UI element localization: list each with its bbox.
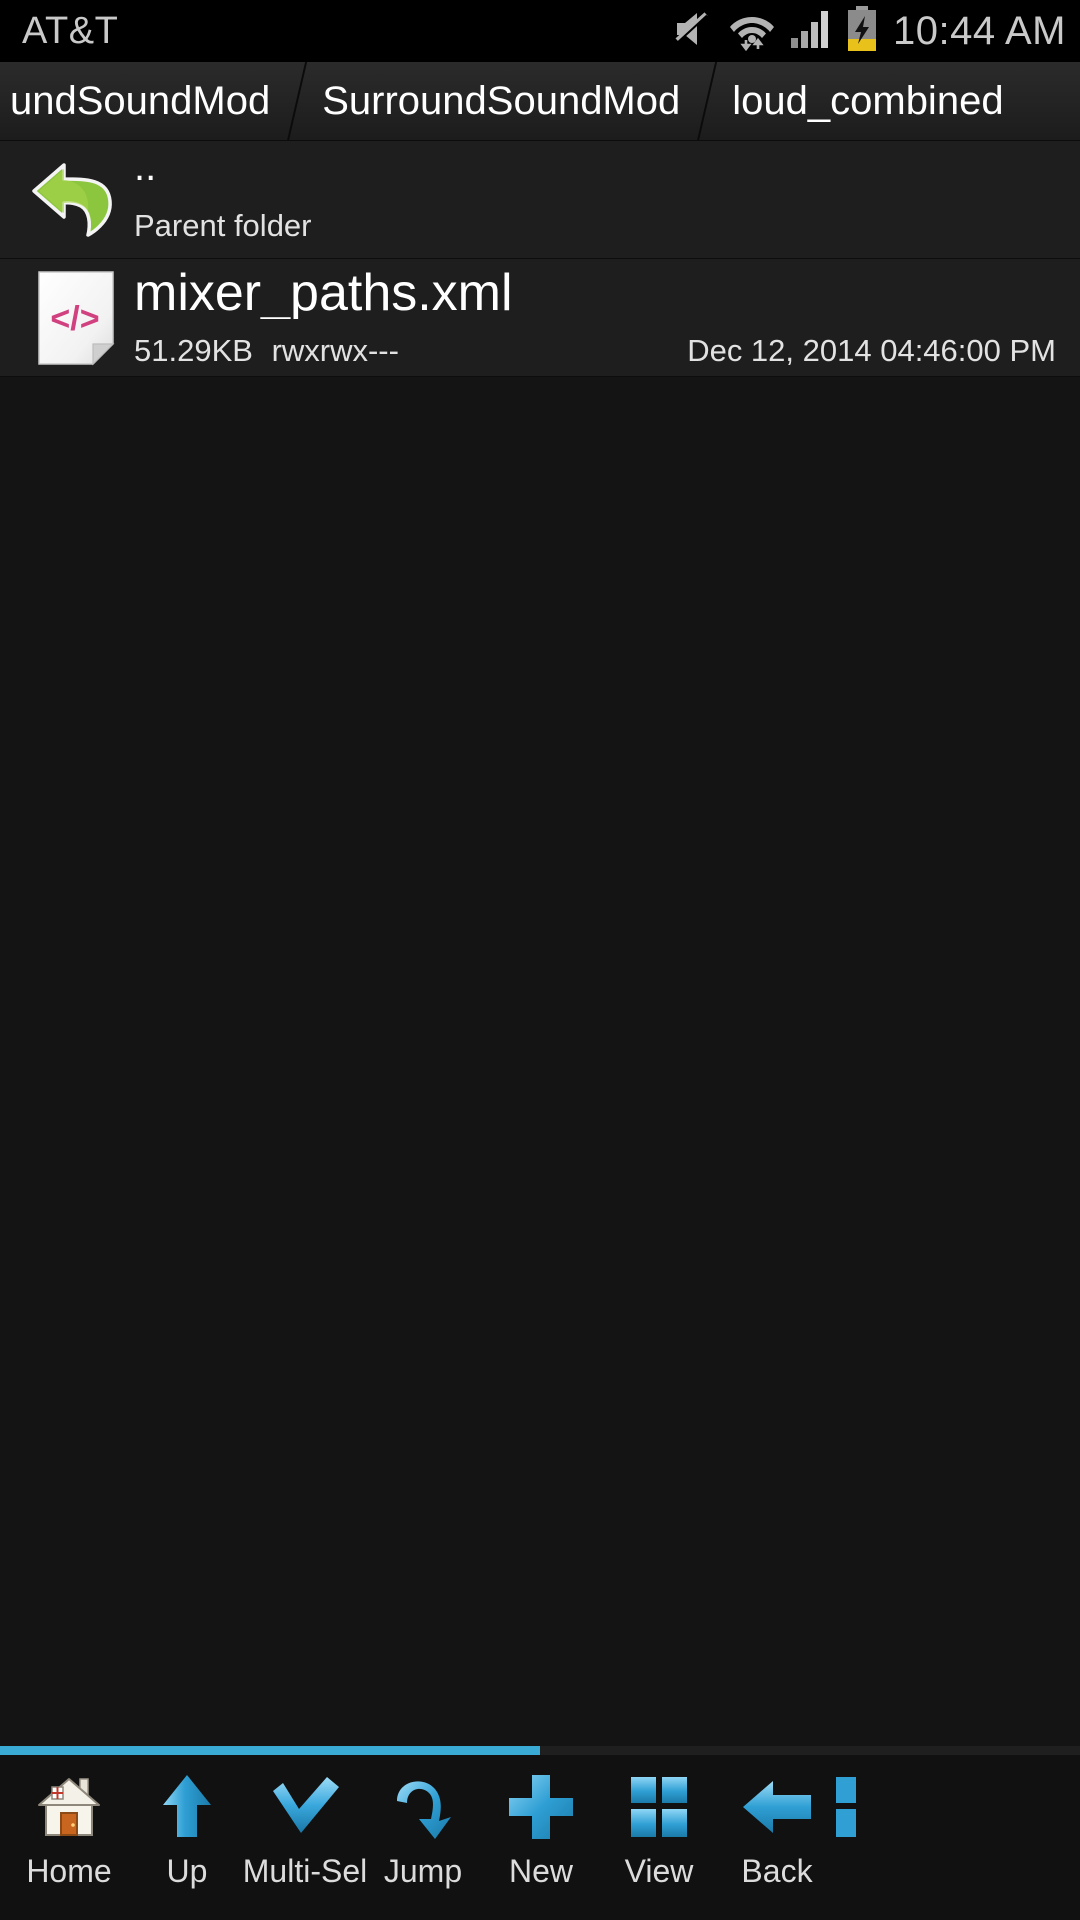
clock-label: 10:44 AM <box>892 8 1066 53</box>
file-size: 51.29KB <box>134 332 253 368</box>
toolbar-scrollbar-thumb[interactable] <box>0 1746 540 1755</box>
grid-view-icon <box>621 1769 697 1845</box>
toolbar-label-home: Home <box>26 1853 112 1889</box>
arrow-up-icon <box>149 1769 225 1845</box>
toolbar-button-up[interactable]: Up <box>128 1755 246 1920</box>
checkmark-icon <box>267 1769 343 1845</box>
toolbar-label-jump: Jump <box>383 1853 463 1889</box>
app-screen: AT&T 10:44 AM undSoundMod SurroundSoundM… <box>0 0 1080 1920</box>
toolbar-scrollbar-track[interactable] <box>0 1746 1080 1755</box>
parent-folder-sub: Parent folder <box>134 208 1058 244</box>
toolbar-label-view: View <box>624 1853 694 1889</box>
toolbar-label-new: New <box>508 1853 573 1889</box>
file-meta-row: 51.29KB rwxrwx--- Dec 12, 2014 04:46:00 … <box>134 333 1058 369</box>
battery-charging-icon <box>845 5 879 57</box>
home-house-icon <box>31 1769 107 1845</box>
file-text: mixer_paths.xml 51.29KB rwxrwx--- Dec 12… <box>130 267 1058 369</box>
status-bar: AT&T 10:44 AM <box>0 0 1080 62</box>
status-icons-group: 10:44 AM <box>673 5 1066 57</box>
toolbar-button-overflow-partial[interactable] <box>836 1755 866 1920</box>
toolbar-items: Home Up Multi-Sel Jump New View Back <box>0 1755 1080 1920</box>
arrow-left-icon <box>739 1769 815 1845</box>
list-item-file[interactable]: </> mixer_paths.xml 51.29KB rwxrwx--- De… <box>0 259 1080 377</box>
curved-arrow-jump-icon <box>385 1769 461 1845</box>
toolbar-button-home[interactable]: Home <box>10 1755 128 1920</box>
cellular-signal-icon <box>789 8 831 55</box>
parent-folder-text: .. Parent folder <box>130 147 1058 244</box>
grid-partial-icon <box>836 1769 864 1845</box>
xml-code-file-icon: </> <box>22 270 130 366</box>
empty-list-area <box>0 377 1080 1746</box>
carrier-label: AT&T <box>22 9 119 52</box>
wifi-icon <box>729 7 775 56</box>
file-permissions: rwxrwx--- <box>271 332 399 368</box>
toolbar-button-view[interactable]: View <box>600 1755 718 1920</box>
svg-text:</>: </> <box>50 300 99 338</box>
toolbar-button-multi-select[interactable]: Multi-Sel <box>242 1755 368 1920</box>
file-modified-date: Dec 12, 2014 04:46:00 PM <box>687 332 1056 368</box>
toolbar-button-jump[interactable]: Jump <box>364 1755 482 1920</box>
toolbar-label-up: Up <box>166 1853 208 1889</box>
file-name: mixer_paths.xml <box>134 266 513 319</box>
file-list: .. Parent folder </> mixer_paths.xml 51.… <box>0 141 1080 1746</box>
list-item-parent-folder[interactable]: .. Parent folder <box>0 141 1080 259</box>
parent-folder-subtitle: Parent folder <box>134 207 312 243</box>
toolbar-label-back: Back <box>741 1853 813 1889</box>
parent-folder-title: .. <box>134 146 157 187</box>
toolbar-button-new[interactable]: New <box>482 1755 600 1920</box>
bottom-toolbar: Home Up Multi-Sel Jump New View Back <box>0 1746 1080 1920</box>
back-arrow-green-icon <box>22 159 130 241</box>
file-size-permissions: 51.29KB rwxrwx--- <box>134 333 399 369</box>
breadcrumb-item-1[interactable]: SurroundSoundMod <box>296 62 706 140</box>
breadcrumb-item-2[interactable]: loud_combined <box>706 62 1029 140</box>
breadcrumb[interactable]: undSoundMod SurroundSoundMod loud_combin… <box>0 62 1080 141</box>
breadcrumb-item-0[interactable]: undSoundMod <box>0 62 296 140</box>
plus-icon <box>503 1769 579 1845</box>
toolbar-label-multi-select: Multi-Sel <box>242 1853 368 1889</box>
mute-icon <box>673 9 715 54</box>
toolbar-button-back[interactable]: Back <box>718 1755 836 1920</box>
